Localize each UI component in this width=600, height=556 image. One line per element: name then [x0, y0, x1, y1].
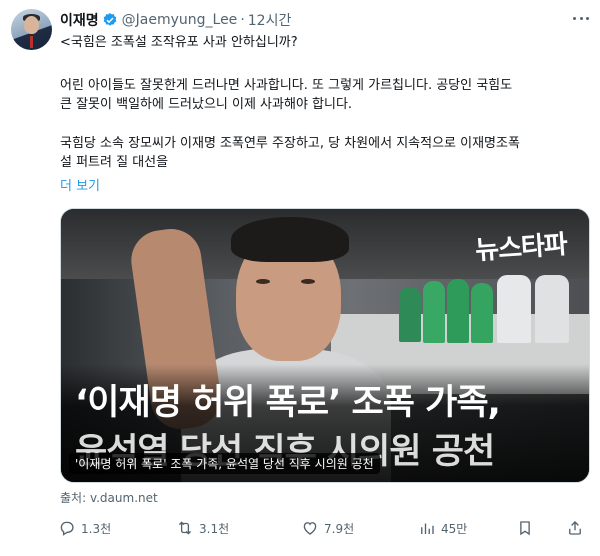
like-count: 7.9천: [324, 521, 355, 536]
tweet-text-line: <국힘은 조폭설 조작유포 사과 안하십니까?: [60, 35, 298, 50]
image-person-eye: [256, 279, 270, 284]
separator-dot: ·: [240, 12, 245, 28]
like-button[interactable]: 7.9천: [301, 519, 354, 537]
show-more-link[interactable]: 더 보기: [60, 175, 100, 194]
tweet-text-line: 큰 잘못이 백일하에 드러났으니 이제 사과해야 합니다.: [60, 97, 353, 112]
more-dot: [579, 16, 583, 20]
more-options-icon[interactable]: [570, 8, 592, 28]
newstapa-logo: 뉴스타파: [474, 229, 569, 267]
reply-button[interactable]: 1.3천: [58, 519, 111, 537]
share-button[interactable]: [566, 519, 589, 537]
avatar-tie: [30, 36, 33, 48]
image-headline-line1: ‘이재명 허위 폭로’ 조폭 가족,: [75, 383, 501, 423]
image-gas-cylinder: [399, 287, 421, 342]
tweet-header: 이재명 @Jaemyung_Lee · 12시간: [60, 11, 291, 29]
retweet-icon: [178, 521, 192, 535]
image-gas-cylinder: [423, 281, 445, 343]
reply-count: 1.3천: [81, 521, 112, 536]
author-handle[interactable]: @Jaemyung_Lee: [122, 12, 238, 28]
image-gas-cylinder: [535, 275, 569, 343]
bookmark-button[interactable]: [516, 519, 539, 537]
image-gas-cylinder: [497, 275, 531, 343]
action-bar: 1.3천 3.1천 7.9천 45만: [58, 519, 593, 541]
avatar[interactable]: [11, 9, 52, 50]
tweet-text-line: 설 퍼트려 질 대선을: [60, 155, 169, 170]
link-source[interactable]: 출처: v.daum.net: [60, 489, 158, 506]
link-card-image[interactable]: 뉴스타파 ‘이재명 허위 폭로’ 조폭 가족, 윤석열 당선 직후 시의원 공천…: [60, 208, 590, 483]
verified-badge-icon: [102, 12, 118, 28]
retweet-button[interactable]: 3.1천: [176, 519, 229, 537]
tweet-text-line: 국힘당 소속 장모씨가 이재명 조폭연루 주장하고, 당 차원에서 지속적으로 …: [60, 136, 520, 151]
share-icon: [569, 521, 581, 535]
like-icon: [303, 522, 317, 535]
more-dot: [573, 16, 576, 20]
link-card-caption[interactable]: '이재명 허위 폭로' 조폭 가족, 윤석열 당선 직후 시의원 공천: [69, 453, 380, 474]
view-count: 45만: [441, 521, 468, 536]
image-gas-cylinder: [471, 283, 493, 343]
avatar-face: [24, 16, 39, 34]
retweet-count: 3.1천: [199, 521, 230, 536]
bookmark-icon: [520, 521, 530, 536]
author-name[interactable]: 이재명: [60, 10, 99, 30]
more-dot: [586, 16, 589, 20]
tweet[interactable]: 이재명 @Jaemyung_Lee · 12시간 <국힘은 조폭설 조작유포 사…: [0, 0, 600, 556]
views-icon: [421, 523, 434, 534]
reply-icon: [60, 521, 74, 536]
views-button[interactable]: 45만: [418, 519, 467, 537]
image-person-hair: [231, 217, 349, 262]
timestamp[interactable]: 12시간: [248, 10, 292, 30]
tweet-text-line: 어린 아이들도 잘못한게 드러나면 사과합니다. 또 그렇게 가르칩니다. 공당…: [60, 78, 513, 93]
image-gas-cylinder: [447, 279, 469, 343]
image-person-eye: [301, 279, 315, 284]
